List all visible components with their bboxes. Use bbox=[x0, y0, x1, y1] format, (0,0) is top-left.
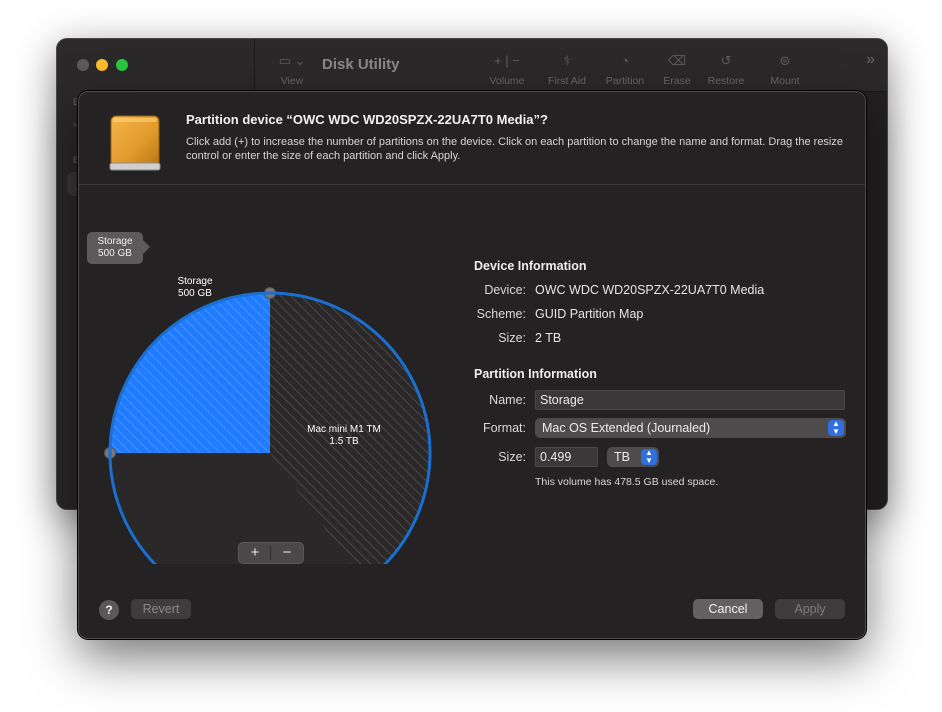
format-popup[interactable]: Mac OS Extended (Journaled) ▲ ▼ bbox=[535, 418, 846, 438]
sidebar-view-icon[interactable]: ▭ ⌄ bbox=[277, 53, 307, 69]
erase-button-label[interactable]: Erase bbox=[652, 75, 702, 87]
first-aid-button-label[interactable]: First Aid bbox=[537, 75, 597, 87]
partition-icon[interactable]: ◔ bbox=[605, 53, 645, 68]
scheme-value: GUID Partition Map bbox=[535, 307, 644, 321]
add-partition-button[interactable]: + bbox=[239, 543, 271, 563]
slice-name: Storage bbox=[177, 276, 213, 287]
partition-name-field[interactable]: Storage bbox=[535, 390, 845, 410]
device-size-label: Size: bbox=[498, 331, 526, 345]
partition-size-label: Size: bbox=[498, 450, 526, 464]
device-information-heading: Device Information bbox=[474, 259, 587, 273]
partition-pie-chart: Storage 500 GB Storage 500 GB Mac mini M… bbox=[79, 184, 459, 564]
remove-partition-button[interactable]: − bbox=[271, 543, 303, 563]
format-label: Format: bbox=[482, 421, 526, 435]
mount-button-label[interactable]: Mount bbox=[760, 75, 810, 87]
partition-button-label[interactable]: Partition bbox=[595, 75, 655, 87]
cancel-button[interactable]: Cancel bbox=[693, 599, 763, 619]
chevron-up-down-icon: ▲ ▼ bbox=[828, 420, 844, 436]
external-drive-icon bbox=[109, 115, 161, 171]
format-value: Mac OS Extended (Journaled) bbox=[542, 421, 711, 435]
close-window-button[interactable] bbox=[77, 59, 89, 71]
tooltip-name: Storage bbox=[97, 236, 133, 247]
stethoscope-icon[interactable]: ⚕ bbox=[547, 53, 587, 69]
chevron-up-down-icon: ▲ ▼ bbox=[641, 449, 657, 465]
partition-sheet: Partition device “OWC WDC WD20SPZX-22UA7… bbox=[78, 91, 866, 639]
unit-value: TB bbox=[614, 450, 630, 464]
volume-button-label[interactable]: Volume bbox=[482, 75, 532, 87]
sidebar-disclosure-icon[interactable]: › bbox=[73, 119, 76, 129]
device-size-value: 2 TB bbox=[535, 331, 562, 345]
device-label: Device: bbox=[484, 283, 526, 297]
pie-slice-storage[interactable] bbox=[110, 293, 270, 453]
window-title: Disk Utility bbox=[322, 56, 400, 73]
zoom-window-button[interactable] bbox=[116, 59, 128, 71]
apply-button[interactable]: Apply bbox=[775, 599, 845, 619]
name-label: Name: bbox=[489, 393, 526, 407]
tooltip-size: 500 GB bbox=[98, 248, 132, 259]
partition-information-heading: Partition Information bbox=[474, 367, 597, 381]
minimize-window-button[interactable] bbox=[96, 59, 108, 71]
device-value: OWC WDC WD20SPZX-22UA7T0 Media bbox=[535, 283, 765, 297]
erase-icon[interactable]: ⌫ bbox=[657, 53, 697, 69]
mount-icon[interactable]: ⊜ bbox=[765, 53, 805, 69]
info-panel: Device Information Device: OWC WDC WD20S… bbox=[474, 92, 854, 512]
size-unit-popup[interactable]: TB ▲ ▼ bbox=[607, 447, 659, 467]
slice-name: Mac mini M1 TM bbox=[307, 424, 381, 435]
toolbar-overflow-icon[interactable]: » bbox=[866, 51, 875, 69]
slice-size: 500 GB bbox=[178, 288, 212, 299]
slice-size: 1.5 TB bbox=[329, 436, 359, 447]
partition-size-field[interactable]: 0.499 bbox=[535, 447, 598, 467]
add-remove-volume-icon[interactable]: + | − bbox=[487, 53, 527, 68]
help-button[interactable]: ? bbox=[99, 600, 119, 620]
used-space-note: This volume has 478.5 GB used space. bbox=[535, 476, 719, 488]
scheme-label: Scheme: bbox=[476, 307, 526, 321]
view-button-label[interactable]: View bbox=[272, 75, 312, 87]
restore-icon[interactable]: ↺ bbox=[706, 53, 746, 69]
restore-button-label[interactable]: Restore bbox=[701, 75, 751, 87]
slice-label-mac-mini[interactable]: Mac mini M1 TM 1.5 TB bbox=[299, 424, 389, 448]
add-remove-partition-control: + − bbox=[238, 542, 304, 564]
revert-button[interactable]: Revert bbox=[131, 599, 191, 619]
slice-label-storage[interactable]: Storage 500 GB bbox=[165, 276, 225, 300]
partition-tooltip: Storage 500 GB bbox=[87, 232, 150, 264]
